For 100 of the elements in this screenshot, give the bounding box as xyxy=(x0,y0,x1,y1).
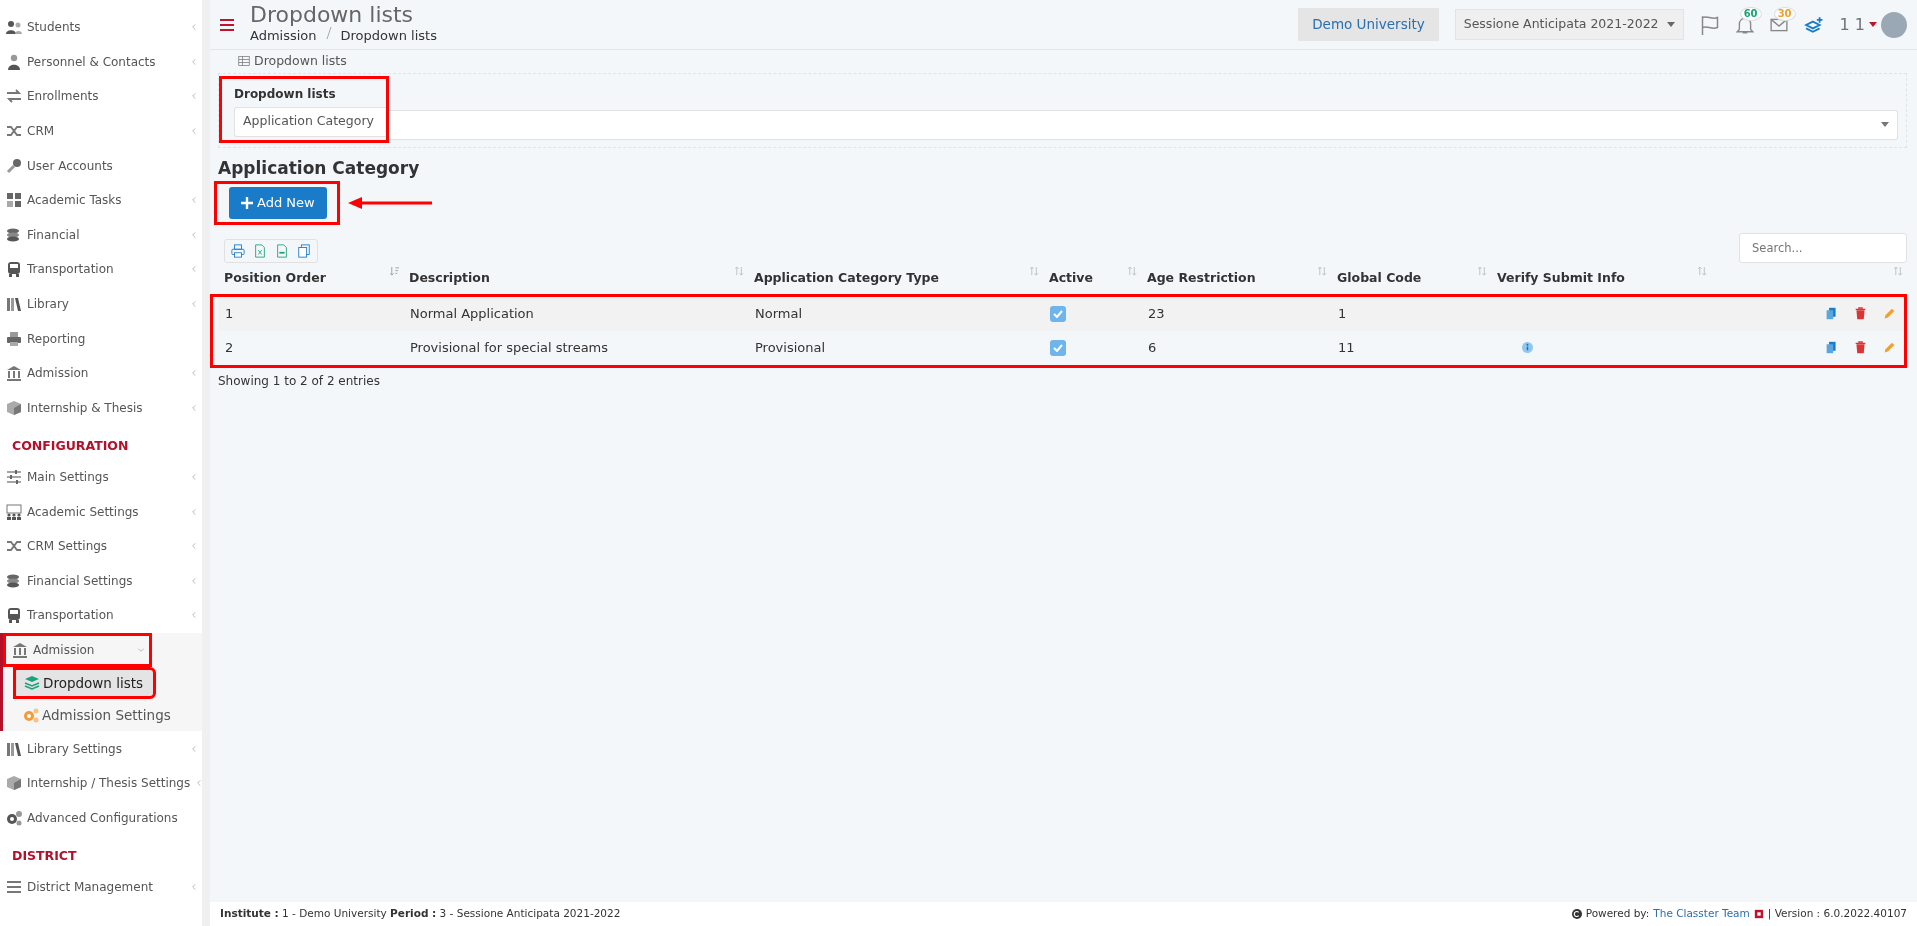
sort-icon[interactable] xyxy=(1128,266,1137,276)
edit-button[interactable] xyxy=(1883,307,1896,320)
powered-by-label: Powered by: xyxy=(1585,906,1650,922)
column-header[interactable]: Application Category Type xyxy=(754,269,939,285)
sidebar-item[interactable]: Internship & Thesis xyxy=(0,390,202,426)
select-field[interactable]: Application Category xyxy=(234,106,386,137)
sidebar-item[interactable]: Admission xyxy=(0,355,202,391)
sort-icon[interactable] xyxy=(390,266,399,276)
sidebar-item[interactable]: Admission xyxy=(3,632,152,668)
sidebar-item[interactable]: Academic Tasks xyxy=(0,182,202,218)
add-new-button[interactable]: Add New xyxy=(229,187,327,219)
sidebar-item[interactable]: CRM xyxy=(0,113,202,149)
checkbox[interactable] xyxy=(1050,305,1066,322)
table-icon xyxy=(238,55,250,68)
chevron-left-icon xyxy=(190,369,198,378)
copy-button[interactable] xyxy=(1825,341,1838,354)
layers-plus-icon xyxy=(1803,15,1824,34)
people-icon xyxy=(6,19,22,36)
table-cell-text: 11 xyxy=(1337,338,1356,357)
sidebar-item[interactable]: Library xyxy=(0,286,202,322)
breadcrumb-link[interactable]: Admission xyxy=(250,25,317,46)
logo-icon xyxy=(1753,909,1764,919)
cube-icon xyxy=(6,399,22,416)
coins-icon xyxy=(6,572,22,589)
bank-icon xyxy=(12,642,28,658)
sort-icon[interactable] xyxy=(735,266,744,276)
select-dropdown[interactable] xyxy=(389,109,1898,140)
sliders-icon xyxy=(6,469,22,485)
grid-icon xyxy=(6,192,22,209)
sidebar-item[interactable]: User Accounts xyxy=(0,148,202,183)
table-cell-text: 23 xyxy=(1147,304,1166,323)
institution-button[interactable]: Demo University xyxy=(1298,8,1439,41)
copy-button[interactable] xyxy=(1825,307,1838,320)
sort-icon[interactable] xyxy=(1894,266,1903,276)
bank-icon xyxy=(6,365,22,382)
column-header[interactable]: Description xyxy=(409,269,490,285)
delete-button[interactable] xyxy=(1854,307,1867,320)
submenu-item[interactable]: Admission Settings xyxy=(3,699,202,732)
sidebar-item[interactable]: Internship / Thesis Settings xyxy=(0,765,202,801)
sidebar-item[interactable]: Academic Settings xyxy=(0,494,202,529)
sidebar-item[interactable]: Financial xyxy=(0,217,202,253)
sidebar-item[interactable]: Personnel & Contacts xyxy=(0,44,202,80)
coins-icon xyxy=(6,226,22,243)
sort-icon[interactable] xyxy=(1030,266,1039,276)
sort-icon[interactable] xyxy=(1698,266,1707,276)
column-header[interactable]: Age Restriction xyxy=(1147,269,1256,285)
sidebar-item[interactable]: Enrollments xyxy=(0,79,202,114)
copy-icon xyxy=(1825,307,1838,320)
chevron-down-icon xyxy=(137,646,145,654)
sidebar-item[interactable]: Financial Settings xyxy=(0,563,202,599)
sidebar-item[interactable]: Reporting xyxy=(0,321,202,356)
search-field[interactable]: Search... xyxy=(1739,232,1907,263)
sort-icon[interactable] xyxy=(1318,266,1327,276)
submenu-item[interactable]: Dropdown lists xyxy=(13,667,156,700)
chevron-left-icon xyxy=(190,473,198,481)
excel-file-icon xyxy=(253,243,267,258)
user-menu[interactable]: 1 1 xyxy=(1839,11,1907,38)
sidebar-item[interactable]: Advanced Configurations xyxy=(0,800,202,836)
chevron-left-icon xyxy=(190,23,198,32)
sidebar-item[interactable]: Library Settings xyxy=(0,731,202,766)
sort-icon[interactable] xyxy=(1478,266,1487,276)
csv-file-button[interactable] xyxy=(275,243,289,258)
column-header[interactable]: Verify Submit Info xyxy=(1497,269,1625,285)
chevron-left-icon xyxy=(190,57,198,66)
table-cell-text: 1 xyxy=(1337,304,1348,323)
column-header[interactable]: Position Order xyxy=(224,269,326,285)
books-icon xyxy=(6,296,22,313)
printer-button[interactable] xyxy=(231,243,245,258)
column-header[interactable]: Global Code xyxy=(1337,269,1422,285)
breadcrumb-separator-icon xyxy=(324,25,333,40)
field-label: Dropdown lists xyxy=(234,85,337,103)
sidebar-item[interactable]: Transportation xyxy=(0,252,202,287)
sidebar-item[interactable]: Transportation xyxy=(0,598,202,633)
sidebar-item[interactable]: Students xyxy=(0,10,202,45)
team-link[interactable]: The Classter Team xyxy=(1653,906,1750,922)
chevron-left-icon xyxy=(190,230,198,239)
edit-button[interactable] xyxy=(1883,341,1896,354)
checkbox[interactable] xyxy=(1050,339,1066,356)
chevron-left-icon xyxy=(190,300,198,309)
sidebar-item[interactable]: Main Settings xyxy=(0,459,202,495)
trash-icon xyxy=(1854,341,1867,354)
menu-lines-icon xyxy=(6,878,22,895)
gears-icon xyxy=(23,707,39,724)
chevron-left-icon xyxy=(190,542,198,551)
sidebar-item[interactable]: CRM Settings xyxy=(0,528,202,564)
chevron-left-icon xyxy=(190,196,198,205)
info-icon xyxy=(1522,342,1533,353)
column-header[interactable]: Active xyxy=(1049,269,1093,285)
check-icon xyxy=(1053,309,1063,318)
table-cell-text: Provisional xyxy=(754,338,827,357)
excel-file-button[interactable] xyxy=(253,243,267,258)
period-dropdown[interactable]: Sessione Anticipata 2021-2022 xyxy=(1454,9,1684,40)
table-cell-text: 2 xyxy=(224,338,235,357)
copy-button[interactable] xyxy=(297,243,311,258)
chevron-left-icon xyxy=(190,744,198,753)
printer-icon xyxy=(231,243,245,258)
delete-button[interactable] xyxy=(1854,341,1867,354)
caret-down-icon xyxy=(1666,22,1675,27)
cube-icon xyxy=(6,775,22,792)
sidebar-item[interactable]: District Management xyxy=(0,869,202,905)
